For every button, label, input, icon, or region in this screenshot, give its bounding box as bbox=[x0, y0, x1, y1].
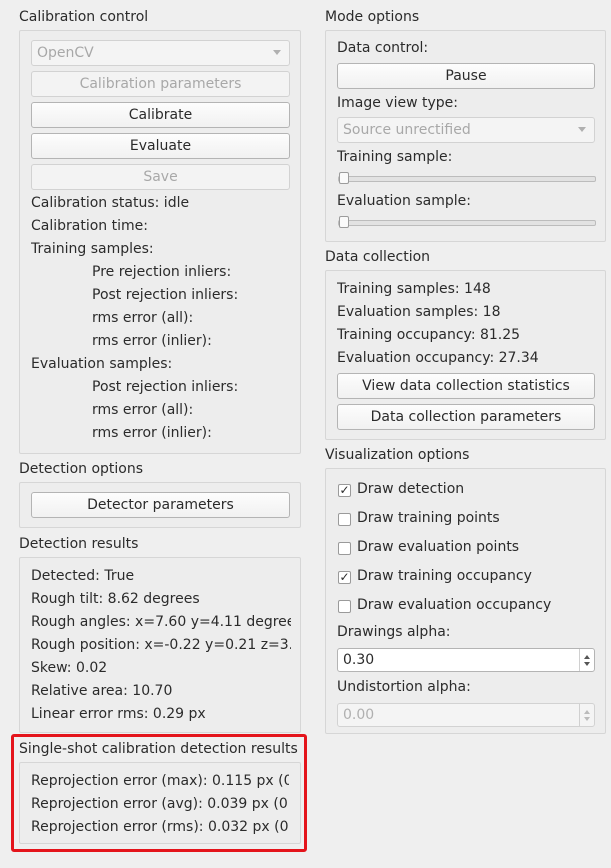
evaluation-samples-count: Evaluation samples: 18 bbox=[337, 304, 501, 320]
image-view-type-value: Source unrectified bbox=[343, 122, 471, 138]
draw-training-occupancy-checkbox[interactable]: ✓ bbox=[338, 571, 351, 584]
data-collection-parameters-button[interactable]: Data collection parameters bbox=[337, 404, 595, 430]
detected-status: Detected: True bbox=[31, 568, 135, 584]
evaluation-post-rejection-inliers: Post rejection inliers: bbox=[92, 379, 239, 395]
evaluate-button[interactable]: Evaluate bbox=[31, 133, 290, 159]
calibration-control-group: OpenCV Calibration parameters Calibrate … bbox=[19, 30, 301, 454]
highlight-box bbox=[11, 734, 307, 852]
evaluation-rms-error-all: rms error (all): bbox=[92, 402, 194, 418]
relative-area: Relative area: 10.70 bbox=[31, 683, 173, 699]
training-sample-slider-handle[interactable] bbox=[339, 172, 349, 184]
detection-results-title: Detection results bbox=[19, 536, 139, 552]
draw-evaluation-points-label: Draw evaluation points bbox=[357, 539, 520, 555]
evaluation-sample-slider-handle[interactable] bbox=[339, 216, 349, 228]
calibration-parameters-button[interactable]: Calibration parameters bbox=[31, 71, 290, 97]
detection-options-group: Detector parameters bbox=[19, 482, 301, 528]
image-view-type-label: Image view type: bbox=[337, 95, 458, 111]
data-collection-group: Training samples: 148 Evaluation samples… bbox=[325, 270, 606, 440]
calibration-status: Calibration status: idle bbox=[31, 195, 190, 211]
training-sample-slider[interactable] bbox=[338, 176, 596, 182]
training-pre-rejection-inliers: Pre rejection inliers: bbox=[92, 264, 232, 280]
drawings-alpha-label: Drawings alpha: bbox=[337, 624, 451, 640]
draw-evaluation-points-checkbox[interactable] bbox=[338, 542, 351, 555]
visualization-options-title: Visualization options bbox=[325, 447, 470, 463]
rough-tilt: Rough tilt: 8.62 degrees bbox=[31, 591, 200, 607]
mode-options-group: Data control: Pause Image view type: Sou… bbox=[325, 30, 606, 242]
detection-options-title: Detection options bbox=[19, 461, 144, 477]
draw-evaluation-occupancy-label: Draw evaluation occupancy bbox=[357, 597, 552, 613]
spin-arrows-icon[interactable] bbox=[579, 704, 594, 726]
training-post-rejection-inliers: Post rejection inliers: bbox=[92, 287, 239, 303]
training-occupancy: Training occupancy: 81.25 bbox=[337, 327, 521, 343]
data-control-label: Data control: bbox=[337, 40, 429, 56]
draw-training-occupancy-label: Draw training occupancy bbox=[357, 568, 532, 584]
evaluation-samples-label: Evaluation samples: bbox=[31, 356, 173, 372]
training-samples-count: Training samples: 148 bbox=[337, 281, 491, 297]
data-collection-title: Data collection bbox=[325, 249, 431, 265]
draw-training-points-checkbox[interactable] bbox=[338, 513, 351, 526]
chevron-down-icon bbox=[273, 50, 281, 55]
undistortion-alpha-label: Undistortion alpha: bbox=[337, 679, 471, 695]
training-sample-label: Training sample: bbox=[337, 149, 453, 165]
calibrate-button[interactable]: Calibrate bbox=[31, 102, 290, 128]
rough-position: Rough position: x=-0.22 y=0.21 z=3.54 bbox=[31, 637, 291, 653]
rough-angles: Rough angles: x=7.60 y=4.11 degrees bbox=[31, 614, 291, 630]
training-rms-error-inlier: rms error (inlier): bbox=[92, 333, 212, 349]
visualization-options-group: ✓ Draw detection Draw training points Dr… bbox=[325, 468, 606, 734]
undistortion-alpha-value: 0.00 bbox=[343, 707, 375, 723]
image-view-type-combo[interactable]: Source unrectified bbox=[337, 117, 595, 143]
save-button[interactable]: Save bbox=[31, 164, 290, 190]
draw-evaluation-occupancy-checkbox[interactable] bbox=[338, 600, 351, 613]
skew: Skew: 0.02 bbox=[31, 660, 108, 676]
calibration-time: Calibration time: bbox=[31, 218, 148, 234]
evaluation-sample-label: Evaluation sample: bbox=[337, 193, 471, 209]
evaluation-occupancy: Evaluation occupancy: 27.34 bbox=[337, 350, 539, 366]
evaluation-sample-slider[interactable] bbox=[338, 220, 596, 226]
training-samples-label: Training samples: bbox=[31, 241, 154, 257]
linear-error-rms: Linear error rms: 0.29 px bbox=[31, 706, 206, 722]
evaluation-rms-error-inlier: rms error (inlier): bbox=[92, 425, 212, 441]
drawings-alpha-value: 0.30 bbox=[343, 652, 375, 668]
mode-options-title: Mode options bbox=[325, 9, 420, 25]
drawings-alpha-spinbox[interactable]: 0.30 bbox=[337, 648, 595, 672]
detector-parameters-button[interactable]: Detector parameters bbox=[31, 492, 290, 518]
calibration-control-title: Calibration control bbox=[19, 9, 149, 25]
detection-results-group: Detected: True Rough tilt: 8.62 degrees … bbox=[19, 557, 301, 733]
chevron-down-icon bbox=[578, 127, 586, 132]
training-rms-error-all: rms error (all): bbox=[92, 310, 194, 326]
pause-button[interactable]: Pause bbox=[337, 63, 595, 89]
view-data-collection-statistics-button[interactable]: View data collection statistics bbox=[337, 373, 595, 399]
draw-detection-label: Draw detection bbox=[357, 481, 465, 497]
draw-training-points-label: Draw training points bbox=[357, 510, 500, 526]
undistortion-alpha-spinbox[interactable]: 0.00 bbox=[337, 703, 595, 727]
calibration-method-value: OpenCV bbox=[37, 45, 94, 61]
spin-arrows-icon[interactable] bbox=[579, 649, 594, 671]
calibration-method-combo[interactable]: OpenCV bbox=[31, 40, 290, 66]
draw-detection-checkbox[interactable]: ✓ bbox=[338, 484, 351, 497]
